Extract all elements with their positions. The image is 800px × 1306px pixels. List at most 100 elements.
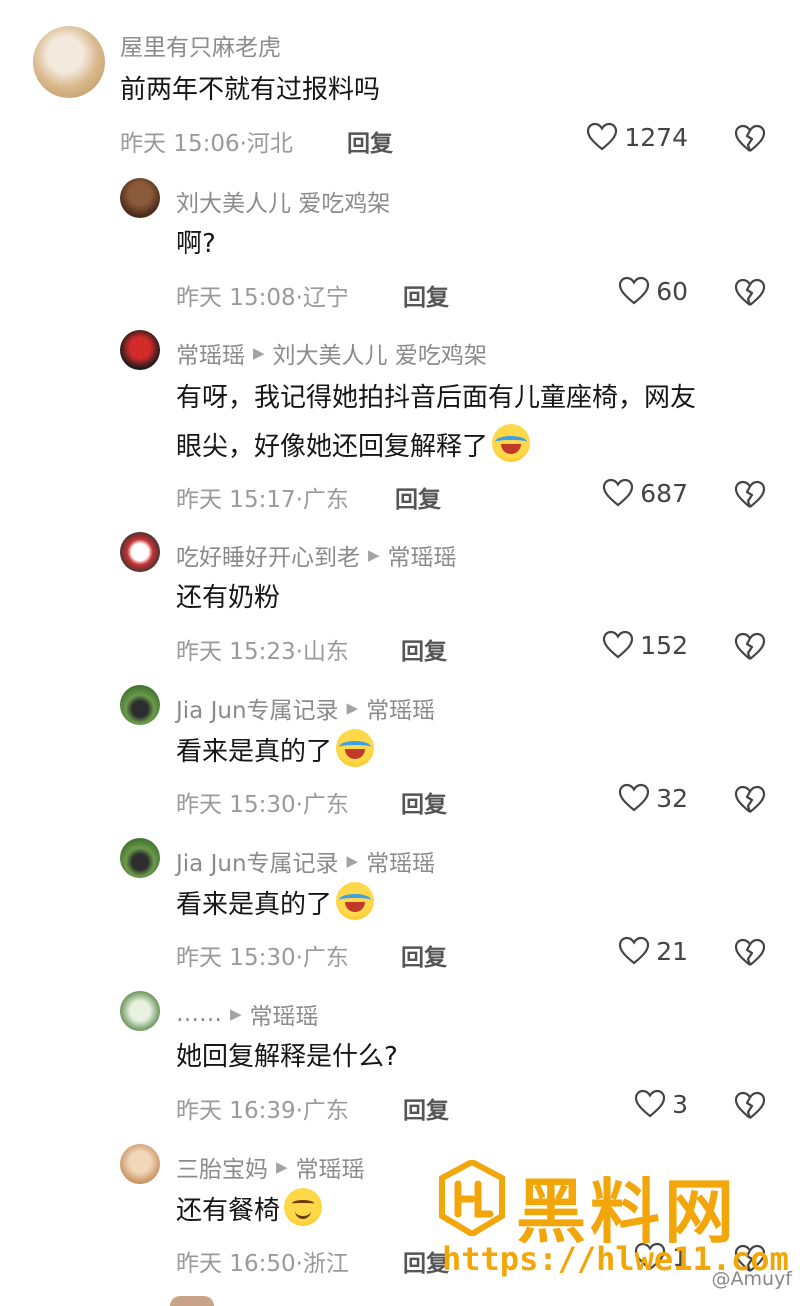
weibo-handle: @Amuyf: [711, 1268, 792, 1290]
reply-to-username[interactable]: 常瑶瑶: [296, 1150, 365, 1184]
username-text[interactable]: 吃好睡好开心到老: [176, 538, 360, 572]
broken-heart-icon[interactable]: [734, 278, 766, 308]
username-text[interactable]: Jia Jun专属记录: [176, 844, 339, 878]
like-button[interactable]: 32: [618, 783, 688, 813]
cry-laugh-emoji-icon: [336, 729, 375, 767]
username-text[interactable]: Jia Jun专属记录: [176, 691, 339, 725]
meta-separator: ·: [295, 639, 303, 665]
username-text[interactable]: 三胎宝妈: [176, 1150, 268, 1184]
comment-meta: 昨天 15:30·广东: [176, 785, 349, 819]
comment-text-content: 看来是真的了: [176, 737, 333, 767]
broken-heart-icon[interactable]: [734, 480, 766, 510]
comment-time: 昨天 15:17: [176, 487, 296, 513]
reply-to-username[interactable]: 常瑶瑶: [366, 844, 435, 878]
avatar[interactable]: [120, 178, 160, 218]
reply-button[interactable]: 回复: [403, 278, 449, 312]
comment-username[interactable]: 常瑶瑶 ▶ 刘大美人儿 爱吃鸡架: [176, 336, 487, 370]
comment-meta: 昨天 15:17·广东: [176, 480, 349, 514]
comment-location: 河北: [246, 131, 293, 157]
username-text[interactable]: 屋里有只麻老虎: [120, 28, 281, 62]
meta-separator: ·: [239, 131, 247, 157]
comment-time: 昨天 15:23: [176, 639, 296, 665]
avatar[interactable]: [33, 26, 105, 98]
avatar[interactable]: [120, 532, 160, 572]
comment-location: 广东: [302, 945, 349, 971]
like-count: 687: [640, 478, 688, 508]
username-text[interactable]: 刘大美人儿 爱吃鸡架: [176, 184, 390, 218]
username-text[interactable]: ……: [176, 1001, 222, 1027]
reply-to-username[interactable]: 刘大美人儿 爱吃鸡架: [273, 336, 487, 370]
heart-icon: [587, 122, 618, 151]
avatar[interactable]: [120, 685, 160, 725]
comment-text: 看来是真的了: [176, 729, 375, 774]
reply-button[interactable]: 回复: [347, 124, 393, 158]
comment-text: 还有奶粉: [176, 583, 281, 613]
reply-button[interactable]: 回复: [401, 938, 447, 972]
like-count: 21: [656, 936, 688, 966]
comment-text: 还有餐椅: [176, 1188, 323, 1233]
avatar[interactable]: [120, 1144, 160, 1184]
reply-arrow-icon: ▶: [253, 344, 265, 362]
comment-username[interactable]: 三胎宝妈 ▶ 常瑶瑶: [176, 1150, 365, 1184]
reply-button[interactable]: 回复: [403, 1091, 449, 1125]
cry-laugh-emoji-icon: [492, 424, 531, 462]
like-count: 152: [640, 630, 688, 660]
like-button[interactable]: 21: [618, 936, 688, 966]
meta-separator: ·: [295, 945, 303, 971]
like-count: 60: [656, 276, 688, 306]
meta-separator: ·: [295, 285, 303, 311]
comment-meta: 昨天 15:08·辽宁: [176, 278, 349, 312]
comment-text: 她回复解释是什么?: [176, 1042, 398, 1072]
comment-location: 广东: [302, 792, 349, 818]
comment-username[interactable]: 吃好睡好开心到老 ▶ 常瑶瑶: [176, 538, 457, 572]
like-button[interactable]: 687: [602, 478, 688, 508]
reply-button[interactable]: 回复: [401, 632, 447, 666]
like-button[interactable]: 1274: [586, 122, 688, 152]
broken-heart-icon[interactable]: [734, 938, 766, 968]
reply-arrow-icon: ▶: [276, 1158, 288, 1176]
reply-arrow-icon: ▶: [346, 852, 359, 870]
comment-text: 啊?: [176, 229, 216, 259]
comment-username[interactable]: Jia Jun专属记录 ▶ 常瑶瑶: [176, 691, 435, 725]
comment-username[interactable]: 屋里有只麻老虎: [120, 28, 281, 62]
clipped-avatar: [170, 1296, 214, 1306]
comment-location: 广东: [302, 487, 349, 513]
reply-to-username[interactable]: 常瑶瑶: [250, 997, 319, 1031]
avatar[interactable]: [120, 838, 160, 878]
reply-button[interactable]: 回复: [401, 785, 447, 819]
reply-arrow-icon: ▶: [230, 1005, 242, 1023]
heart-icon: [603, 478, 634, 507]
broken-heart-icon[interactable]: [734, 632, 766, 662]
heart-icon: [619, 783, 650, 812]
avatar[interactable]: [120, 991, 160, 1031]
like-count: 3: [672, 1089, 688, 1119]
avatar[interactable]: [120, 330, 160, 370]
watermark-logo-icon: [439, 1160, 505, 1236]
like-button[interactable]: 3: [634, 1089, 688, 1119]
comment-location: 辽宁: [302, 285, 349, 311]
comment-text-content: 眼尖，好像她还回复解释了: [176, 432, 489, 462]
heart-icon: [619, 936, 650, 965]
comment-username[interactable]: …… ▶ 常瑶瑶: [176, 997, 319, 1031]
comment-text-content: 看来是真的了: [176, 890, 333, 920]
like-button[interactable]: 60: [618, 276, 688, 306]
like-count: 32: [656, 783, 688, 813]
broken-heart-icon[interactable]: [734, 785, 766, 815]
heart-icon: [619, 276, 650, 305]
broken-heart-icon[interactable]: [734, 1091, 766, 1121]
comment-location: 广东: [302, 1098, 349, 1124]
comment-username[interactable]: 刘大美人儿 爱吃鸡架: [176, 184, 390, 218]
comment-location: 山东: [302, 639, 349, 665]
comment-time: 昨天 16:39: [176, 1098, 296, 1124]
username-text[interactable]: 常瑶瑶: [176, 336, 245, 370]
comment-time: 昨天 16:50: [176, 1251, 296, 1277]
reply-to-username[interactable]: 常瑶瑶: [388, 538, 457, 572]
comment-meta: 昨天 16:50·浙江: [176, 1244, 349, 1278]
like-button[interactable]: 152: [602, 630, 688, 660]
comment-meta: 昨天 15:23·山东: [176, 632, 349, 666]
reply-to-username[interactable]: 常瑶瑶: [366, 691, 435, 725]
broken-heart-icon[interactable]: [734, 124, 766, 154]
reply-button[interactable]: 回复: [395, 480, 441, 514]
comment-time: 昨天 15:06: [120, 131, 240, 157]
comment-username[interactable]: Jia Jun专属记录 ▶ 常瑶瑶: [176, 844, 435, 878]
